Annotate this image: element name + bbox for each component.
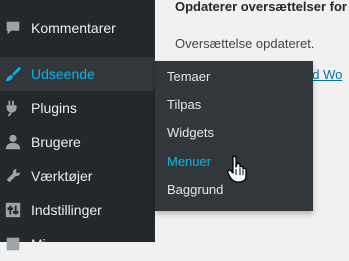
submenu-item-temaer[interactable]: Temaer xyxy=(167,69,210,84)
sidebar-item-label: Udseende xyxy=(31,66,95,82)
sidebar-item-brugere[interactable]: Brugere xyxy=(0,125,155,159)
sidebar-item-label: Brugere xyxy=(31,134,81,150)
media-icon xyxy=(3,234,23,254)
sidebar-item-kommentarer[interactable]: Kommentarer xyxy=(0,11,155,45)
comments-icon xyxy=(3,18,23,38)
user-icon xyxy=(3,132,23,152)
admin-sidebar: Kommentarer Udseende Plugins Brugere Vær… xyxy=(0,0,155,252)
submenu-item-tilpas[interactable]: Tilpas xyxy=(167,97,201,112)
sidebar-item-udseende[interactable]: Udseende xyxy=(0,57,155,91)
sidebar-item-label: Kommentarer xyxy=(31,20,116,36)
submenu-item-menuer[interactable]: Menuer xyxy=(167,154,211,169)
flyout-arrow xyxy=(147,66,155,82)
submenu-item-baggrund[interactable]: Baggrund xyxy=(167,182,223,197)
sidebar-item-plugins[interactable]: Plugins xyxy=(0,91,155,125)
sidebar-item-label: Indstillinger xyxy=(31,202,102,218)
brush-icon xyxy=(3,64,23,84)
sidebar-item-label: Værktøjer xyxy=(31,168,93,184)
settings-icon xyxy=(3,200,23,220)
wrench-icon xyxy=(3,166,23,186)
sidebar-item-vaerktoejer[interactable]: Værktøjer xyxy=(0,159,155,193)
status-message: Oversættelse opdateret. xyxy=(175,36,315,51)
hand-cursor-icon xyxy=(226,155,248,183)
sidebar-item-indstillinger[interactable]: Indstillinger xyxy=(0,193,155,227)
sidebar-item-label: Mi... xyxy=(31,236,58,252)
sidebar-item-label: Plugins xyxy=(31,100,77,116)
plugin-icon xyxy=(3,98,23,118)
appearance-submenu: Temaer Tilpas Widgets Menuer Baggrund xyxy=(155,61,313,211)
page-title: Opdaterer oversættelser for xyxy=(175,0,347,14)
submenu-item-widgets[interactable]: Widgets xyxy=(167,125,214,140)
sidebar-item-partial[interactable]: Mi... xyxy=(0,227,155,261)
